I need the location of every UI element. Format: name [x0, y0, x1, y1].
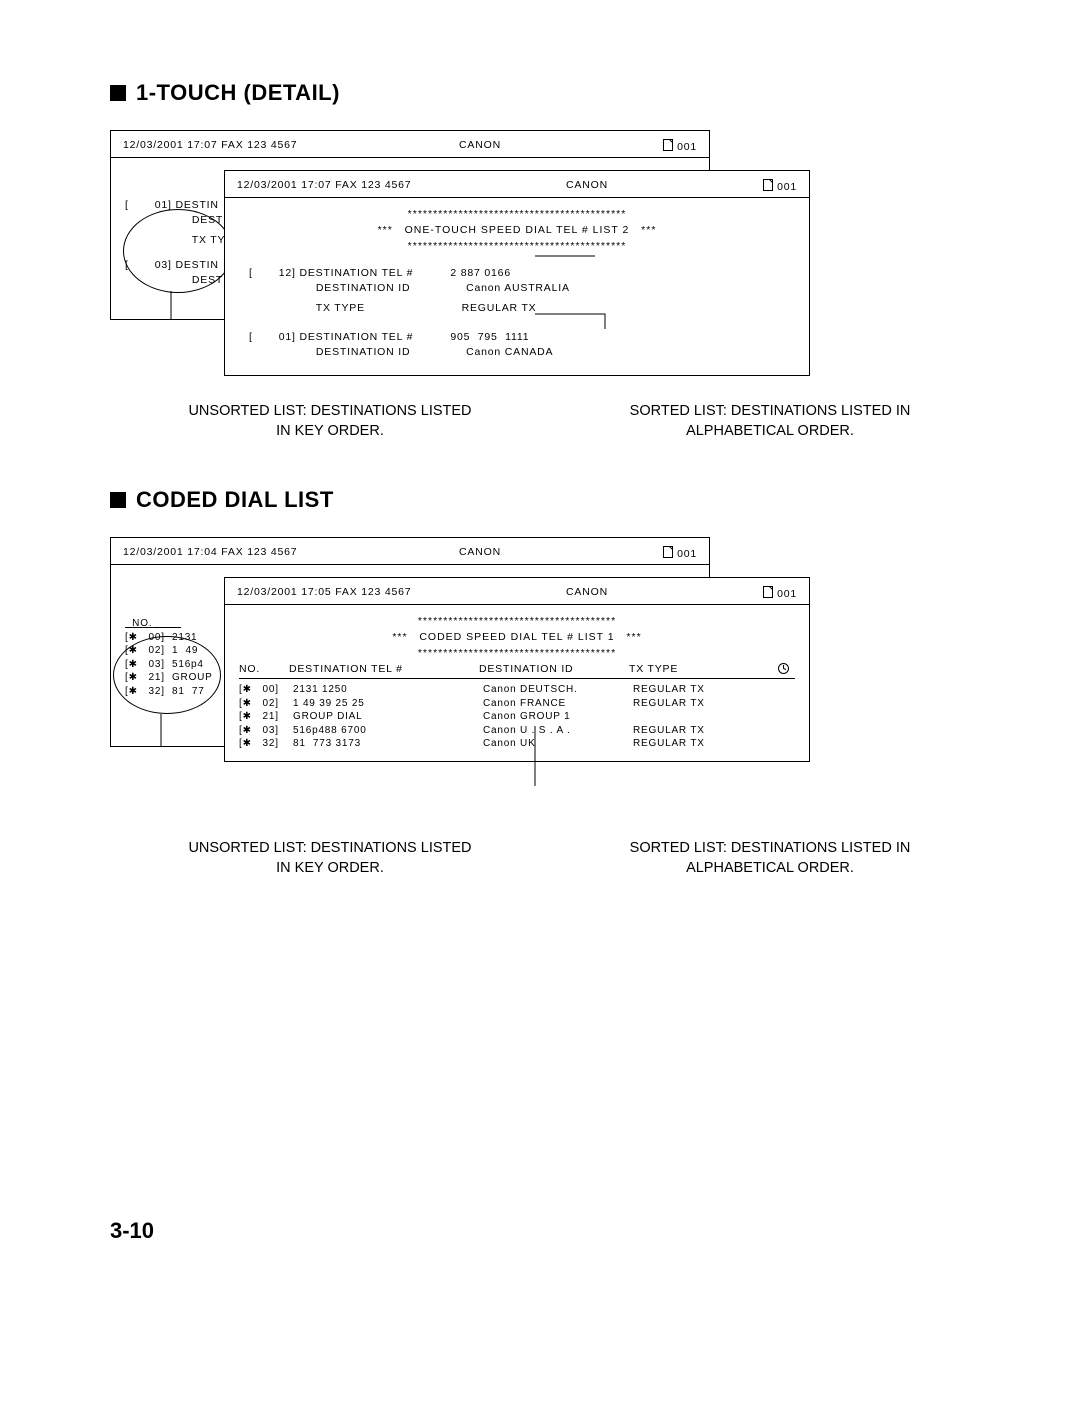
- section-title-coded: CODED DIAL LIST: [110, 487, 990, 513]
- front-entry: [ 01] DESTINATION TEL # 905 795 1111 DES…: [249, 330, 795, 359]
- header-page: 001: [777, 181, 797, 193]
- table-row: [✱ 02]1 49 39 25 25Canon FRANCEREGULAR T…: [239, 697, 795, 711]
- table-row: [✱ 03]516p488 6700Canon U . S . A .REGUL…: [239, 724, 795, 738]
- stars-line: ***************************************: [239, 615, 795, 627]
- section-title-1touch: 1-TOUCH (DETAIL): [110, 80, 990, 106]
- th-tx: TX TYPE: [629, 663, 739, 676]
- header-center: CANON: [457, 586, 717, 600]
- report-header: 12/03/2001 17:07 FAX 123 4567 CANON 001: [225, 171, 809, 197]
- report-header: 12/03/2001 17:05 FAX 123 4567 CANON 001: [225, 578, 809, 604]
- onetouch-front-report: 12/03/2001 17:07 FAX 123 4567 CANON 001 …: [224, 170, 810, 376]
- header-page: 001: [677, 548, 697, 560]
- stars-line: ***************************************: [239, 647, 795, 659]
- front-body: *************************************** …: [225, 605, 809, 761]
- coded-stack: 12/03/2001 17:04 FAX 123 4567 CANON 001 …: [110, 537, 990, 827]
- stars-line: ****************************************…: [239, 208, 795, 220]
- caption-sorted: SORTED LIST: DESTINATIONS LISTED IN ALPH…: [550, 402, 990, 441]
- page-icon: [663, 139, 673, 153]
- header-pagecount: 001: [617, 139, 697, 153]
- page-icon: [763, 586, 773, 600]
- header-datetime: 12/03/2001 17:07 FAX 123 4567: [237, 179, 457, 193]
- header-pagecount: 001: [717, 586, 797, 600]
- caption-row: UNSORTED LIST: DESTINATIONS LISTED IN KE…: [110, 839, 990, 878]
- table-row: [✱ 32]81 773 3173Canon UKREGULAR TX: [239, 737, 795, 751]
- front-body: ****************************************…: [225, 198, 809, 375]
- th-no: NO.: [239, 663, 289, 676]
- header-datetime: 12/03/2001 17:05 FAX 123 4567: [237, 586, 457, 600]
- table-header: NO. DESTINATION TEL # DESTINATION ID TX …: [239, 663, 795, 679]
- th-tel: DESTINATION TEL #: [289, 663, 479, 676]
- bullet-square-icon: [110, 492, 126, 508]
- banner-line: *** ONE-TOUCH SPEED DIAL TEL # LIST 2 **…: [239, 224, 795, 236]
- table-row: [✱ 00]2131 1250Canon DEUTSCH.REGULAR TX: [239, 683, 795, 697]
- stars-line: ****************************************…: [239, 240, 795, 252]
- table-row: [✱ 21]GROUP DIALCanon GROUP 1: [239, 710, 795, 724]
- header-datetime: 12/03/2001 17:04 FAX 123 4567: [123, 546, 343, 560]
- page-icon: [763, 179, 773, 193]
- header-datetime: 12/03/2001 17:07 FAX 123 4567: [123, 139, 343, 153]
- front-entry: [ 12] DESTINATION TEL # 2 887 0166 DESTI…: [249, 266, 795, 316]
- bullet-square-icon: [110, 85, 126, 101]
- report-header: 12/03/2001 17:04 FAX 123 4567 CANON 001: [111, 538, 709, 564]
- section-title-text: 1-TOUCH (DETAIL): [136, 80, 340, 105]
- onetouch-stack: 12/03/2001 17:07 FAX 123 4567 CANON 001 …: [110, 130, 990, 390]
- th-id: DESTINATION ID: [479, 663, 629, 676]
- caption-row: UNSORTED LIST: DESTINATIONS LISTED IN KE…: [110, 402, 990, 441]
- coded-front-report: 12/03/2001 17:05 FAX 123 4567 CANON 001 …: [224, 577, 810, 762]
- caption-unsorted: UNSORTED LIST: DESTINATIONS LISTED IN KE…: [110, 402, 550, 441]
- header-pagecount: 001: [617, 546, 697, 560]
- header-page: 001: [677, 141, 697, 153]
- caption-sorted: SORTED LIST: DESTINATIONS LISTED IN ALPH…: [550, 839, 990, 878]
- clock-icon: [739, 663, 795, 676]
- banner-line: *** CODED SPEED DIAL TEL # LIST 1 ***: [239, 631, 795, 643]
- header-pagecount: 001: [717, 179, 797, 193]
- header-center: CANON: [343, 546, 617, 560]
- page-icon: [663, 546, 673, 560]
- page-number: 3-10: [110, 1218, 990, 1244]
- header-page: 001: [777, 588, 797, 600]
- section-title-text: CODED DIAL LIST: [136, 487, 334, 512]
- caption-unsorted: UNSORTED LIST: DESTINATIONS LISTED IN KE…: [110, 839, 550, 878]
- callout-line-icon: [151, 714, 171, 747]
- report-header: 12/03/2001 17:07 FAX 123 4567 CANON 001: [111, 131, 709, 157]
- header-center: CANON: [457, 179, 717, 193]
- header-center: CANON: [343, 139, 617, 153]
